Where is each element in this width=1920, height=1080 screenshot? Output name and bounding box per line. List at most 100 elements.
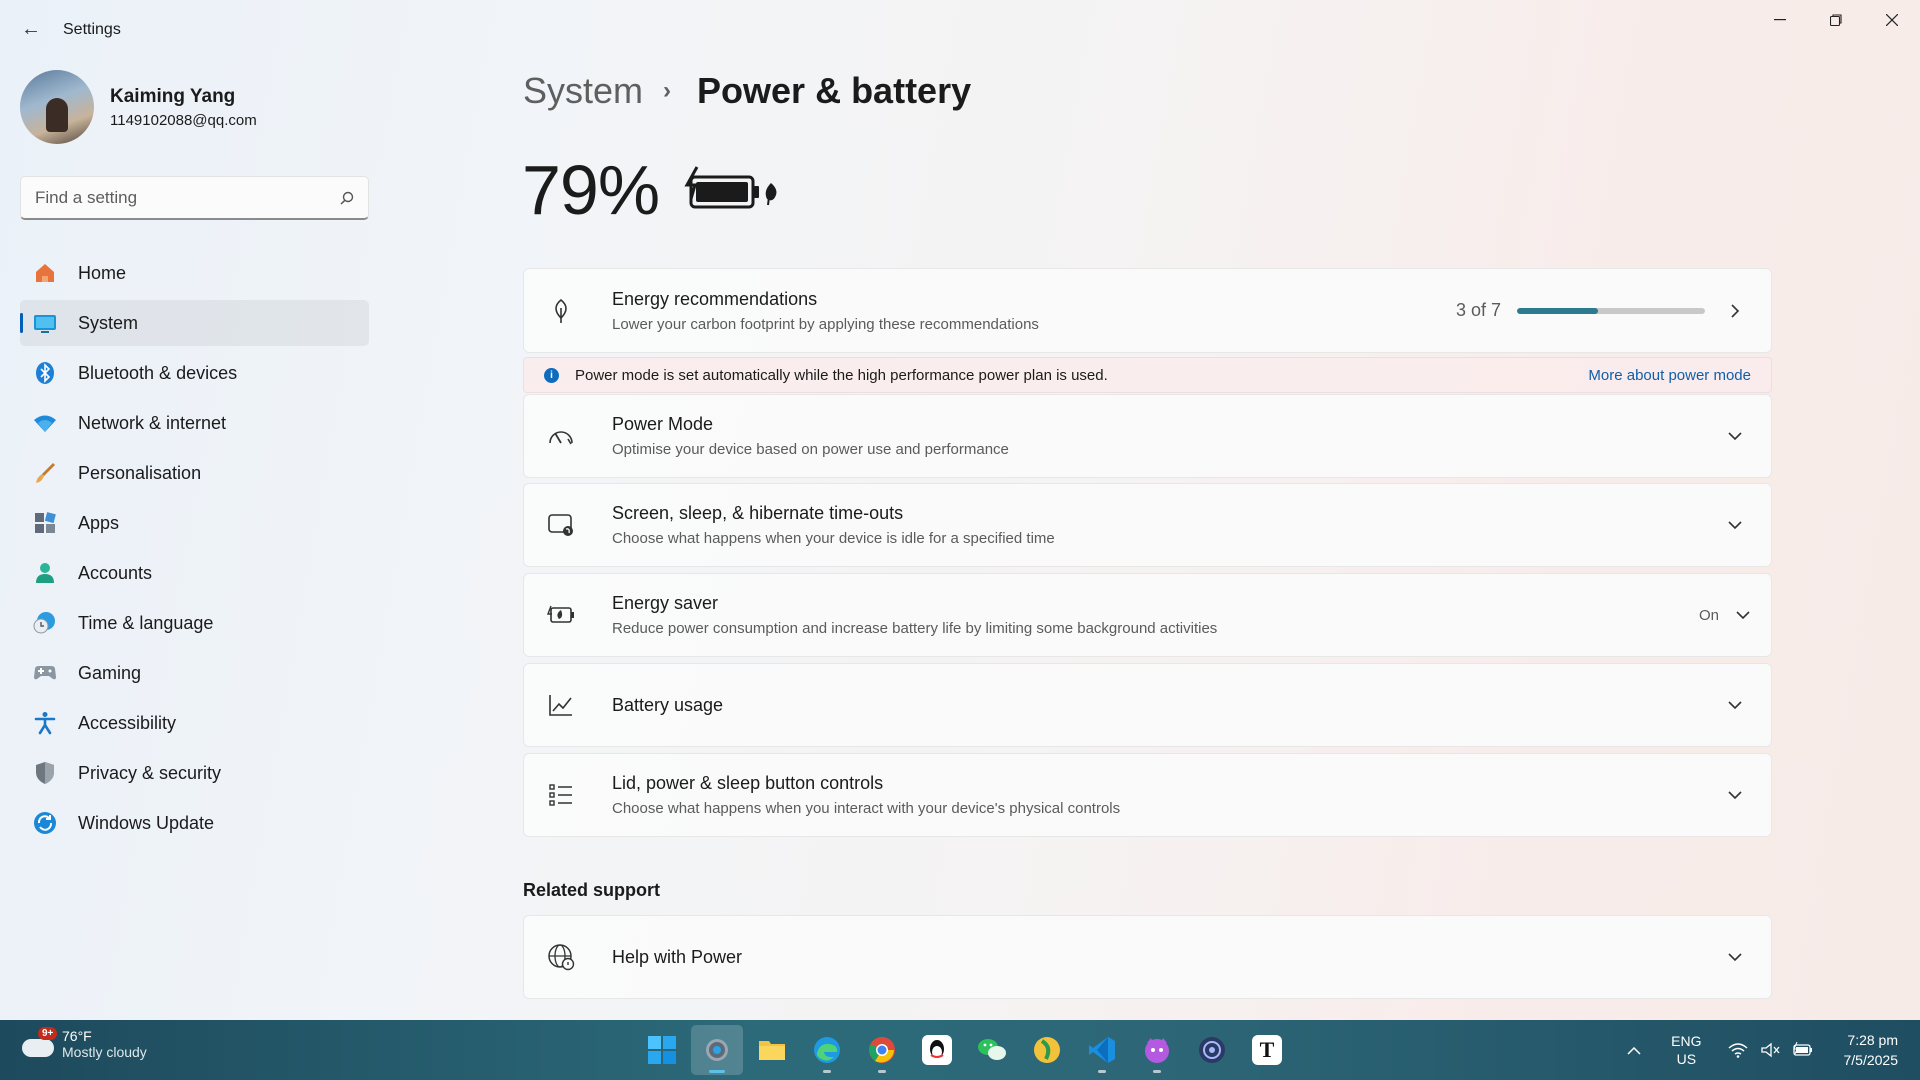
energy-saver-icon <box>546 604 576 626</box>
accessibility-icon <box>32 710 58 736</box>
speaker-muted-icon <box>1760 1042 1779 1058</box>
search-box[interactable] <box>20 176 369 220</box>
taskbar-qq[interactable] <box>911 1025 963 1075</box>
clock-date: 7/5/2025 <box>1843 1052 1899 1068</box>
sidebar-item-home[interactable]: Home <box>20 250 369 296</box>
sidebar-item-label: Windows Update <box>78 812 215 833</box>
language-secondary: US <box>1676 1051 1697 1067</box>
taskbar-app-cat[interactable] <box>1131 1025 1183 1075</box>
sidebar-item-label: Personalisation <box>78 462 202 483</box>
progress-label: 3 of 7 <box>1455 300 1501 320</box>
sidebar-item-time-language[interactable]: Time & language <box>20 600 369 646</box>
sidebar-item-label: Apps <box>78 512 120 533</box>
energy-saver-card[interactable]: Energy saver Reduce power consumption an… <box>523 573 1772 657</box>
search-icon <box>340 191 354 205</box>
card-title: Screen, sleep, & hibernate time-outs <box>612 503 904 523</box>
chevron-down-icon[interactable] <box>1715 952 1755 962</box>
back-button[interactable]: ← <box>16 14 46 44</box>
window-title: Settings <box>63 21 121 38</box>
edge-icon <box>814 1037 840 1063</box>
search-input[interactable] <box>35 187 340 208</box>
sidebar-item-bluetooth[interactable]: Bluetooth & devices <box>20 350 369 396</box>
language-primary: ENG <box>1671 1033 1702 1049</box>
cat-face-icon <box>1145 1038 1169 1063</box>
update-icon <box>32 810 58 836</box>
sidebar-item-accounts[interactable]: Accounts <box>20 550 369 596</box>
power-mode-info-bar: i Power mode is set automatically while … <box>523 357 1772 393</box>
taskbar-chrome[interactable] <box>856 1025 908 1075</box>
taskbar-edge[interactable] <box>801 1025 853 1075</box>
card-subtitle: Optimise your device based on power use … <box>612 441 1009 458</box>
more-about-power-mode-link[interactable]: More about power mode <box>1588 367 1751 384</box>
wifi-icon <box>32 410 58 436</box>
shield-icon <box>32 760 58 786</box>
restore-button[interactable] <box>1808 0 1864 40</box>
card-title: Energy saver <box>612 593 719 613</box>
help-with-power-card[interactable]: Help with Power <box>523 915 1772 999</box>
sidebar-item-label: Bluetooth & devices <box>78 362 238 383</box>
system-tray: ENG US 7:28 pm 7/5/2025 <box>1627 1020 1920 1080</box>
gamepad-icon <box>32 660 58 686</box>
clock[interactable]: 7:28 pm 7/5/2025 <box>1844 1030 1899 1070</box>
sidebar-item-privacy[interactable]: Privacy & security <box>20 750 369 796</box>
weather-widget[interactable]: 9+ 76°F Mostly cloudy <box>22 1027 147 1060</box>
info-icon: i <box>544 367 559 383</box>
sidebar-item-accessibility[interactable]: Accessibility <box>20 700 369 746</box>
minimize-button[interactable] <box>1752 0 1808 40</box>
close-button[interactable] <box>1864 0 1920 40</box>
sidebar-item-apps[interactable]: Apps <box>20 500 369 546</box>
taskbar-app-blue[interactable] <box>1186 1025 1238 1075</box>
card-subtitle: Choose what happens when you interact wi… <box>612 800 1121 817</box>
taskbar-settings[interactable] <box>691 1025 743 1075</box>
chevron-up-icon[interactable] <box>1627 1042 1641 1058</box>
power-mode-card[interactable]: Power Mode Optimise your device based on… <box>523 394 1772 478</box>
close-icon <box>1886 14 1898 26</box>
tray-icons[interactable] <box>1728 1042 1814 1058</box>
energy-recommendations-card[interactable]: Energy recommendations Lower your carbon… <box>523 268 1772 353</box>
screen-sleep-card[interactable]: Screen, sleep, & hibernate time-outs Cho… <box>523 483 1772 567</box>
chevron-down-icon[interactable] <box>1731 610 1755 620</box>
language-indicator[interactable]: ENG US <box>1671 1032 1701 1068</box>
profile-name: Kaiming Yang <box>110 85 236 107</box>
chevron-right-icon <box>1715 303 1755 319</box>
lid-power-controls-card[interactable]: Lid, power & sleep button controls Choos… <box>523 753 1772 837</box>
notification-badge: 9+ <box>38 1027 58 1040</box>
sidebar-item-windows-update[interactable]: Windows Update <box>20 800 369 846</box>
info-message: Power mode is set automatically while th… <box>575 366 1108 384</box>
sidebar-item-label: Time & language <box>78 612 214 633</box>
recommendations-progress: 3 of 7 <box>1456 300 1705 321</box>
chevron-down-icon[interactable] <box>1715 431 1755 441</box>
chevron-down-icon[interactable] <box>1715 790 1755 800</box>
chevron-down-icon[interactable] <box>1715 520 1755 530</box>
start-button[interactable] <box>636 1025 688 1075</box>
taskbar-apps: T <box>636 1025 1296 1075</box>
cloud-icon: 9+ <box>22 1027 58 1059</box>
battery-usage-card[interactable]: Battery usage <box>523 663 1772 747</box>
sidebar-item-system[interactable]: System <box>20 300 369 346</box>
taskbar-file-explorer[interactable] <box>746 1025 798 1075</box>
taskbar-vscode[interactable] <box>1076 1025 1128 1075</box>
taskbar-typora[interactable]: T <box>1241 1025 1293 1075</box>
sidebar-item-label: Privacy & security <box>78 762 222 783</box>
taskbar-wechat[interactable] <box>966 1025 1018 1075</box>
taskbar-app-yellow[interactable] <box>1021 1025 1073 1075</box>
user-profile[interactable]: Kaiming Yang 1149102088@qq.com <box>20 70 257 144</box>
speedometer-icon <box>546 425 576 447</box>
card-title: Lid, power & sleep button controls <box>612 773 884 793</box>
sidebar-item-label: Home <box>78 262 127 283</box>
chrome-icon <box>869 1037 895 1063</box>
wifi-icon <box>1728 1043 1747 1058</box>
windows-logo-icon <box>648 1036 676 1064</box>
list-settings-icon <box>546 782 576 808</box>
line-chart-icon <box>546 693 576 717</box>
minimize-icon <box>1774 19 1786 21</box>
sidebar-item-gaming[interactable]: Gaming <box>20 650 369 696</box>
card-subtitle: Reduce power consumption and increase ba… <box>612 620 1218 637</box>
sidebar-item-network[interactable]: Network & internet <box>20 400 369 446</box>
progress-fill <box>1517 307 1598 314</box>
bluetooth-icon <box>32 360 58 386</box>
sidebar-item-personalisation[interactable]: Personalisation <box>20 450 369 496</box>
chevron-down-icon[interactable] <box>1715 700 1755 710</box>
vscode-icon <box>1089 1037 1115 1063</box>
breadcrumb-parent[interactable]: System <box>523 70 643 112</box>
